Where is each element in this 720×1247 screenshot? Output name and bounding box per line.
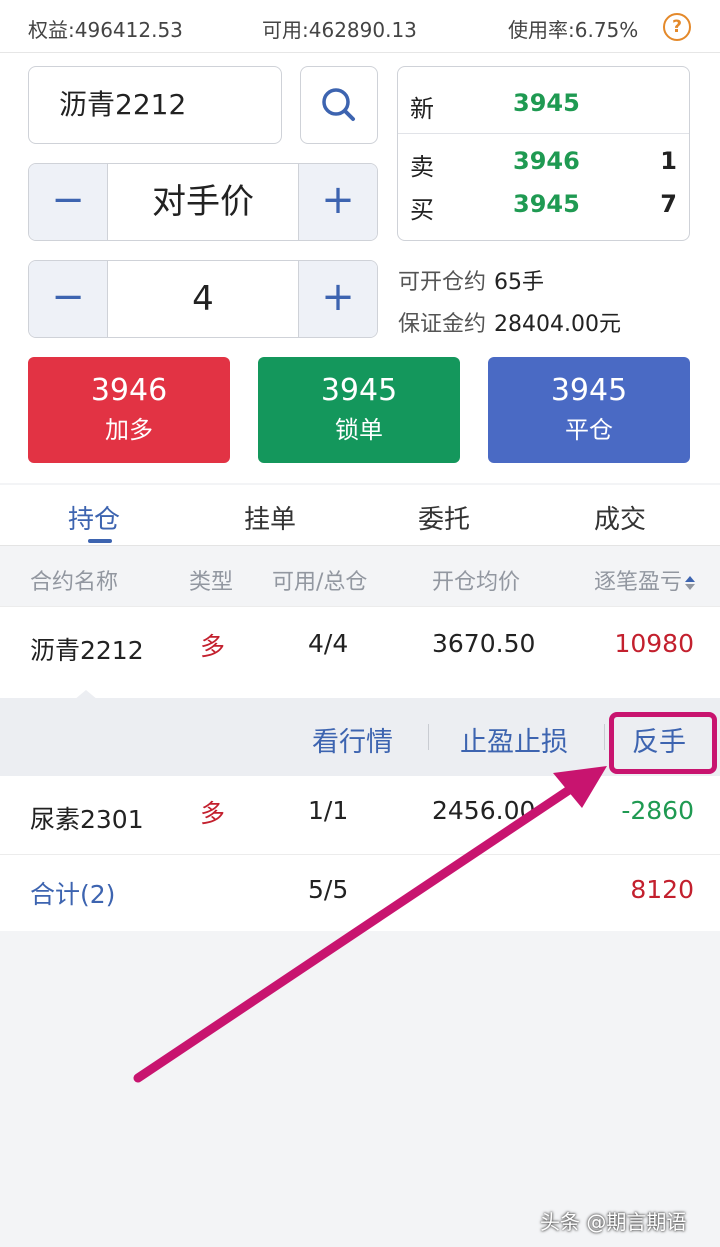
annotation-arrow [133,766,607,1083]
watermark-text: 头条 @期言期语 [540,1210,687,1234]
